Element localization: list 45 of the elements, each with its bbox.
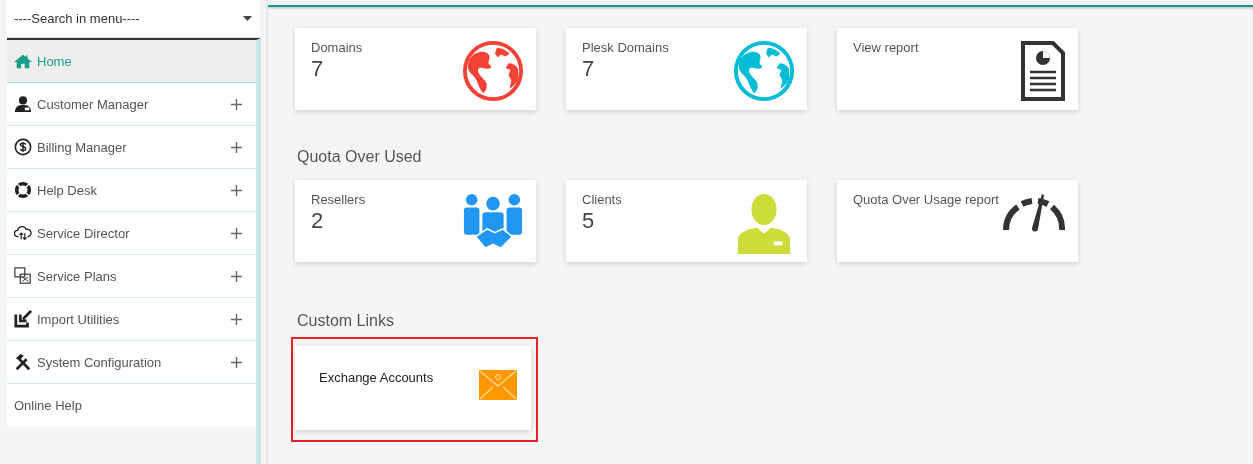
card-count: 7	[311, 56, 325, 82]
section-title: Custom Links	[297, 312, 395, 330]
sidebar-item[interactable]: Service Director	[7, 212, 256, 255]
lifebuoy-icon	[14, 181, 32, 199]
expand-icon[interactable]	[231, 270, 242, 282]
dashboard-card[interactable]: Resellers 2	[295, 180, 536, 262]
dashboard-card[interactable]: Plesk Domains 7	[566, 28, 807, 110]
tools-icon	[14, 353, 32, 371]
expand-icon[interactable]	[231, 227, 242, 239]
sidebar-item[interactable]: Help Desk	[7, 169, 256, 212]
user-icon	[14, 95, 32, 113]
section-title: Quota Over Used	[297, 148, 423, 166]
expand-icon[interactable]	[231, 184, 242, 196]
home-icon	[14, 52, 32, 70]
card-label: Domains	[311, 40, 363, 55]
sidebar-item[interactable]: Customer Manager	[7, 83, 256, 126]
sidebar-item[interactable]: Online Help	[7, 384, 256, 427]
expand-icon[interactable]	[231, 98, 242, 110]
expand-icon[interactable]	[231, 313, 242, 325]
caret-icon	[243, 16, 252, 21]
sidebar-item[interactable]: Billing Manager	[7, 126, 256, 169]
dashboard-card[interactable]: View report	[837, 28, 1078, 110]
card-label: Quota Over Usage report	[853, 192, 999, 207]
card-label: Resellers	[311, 192, 366, 207]
sidebar-item[interactable]: Service Plans	[7, 255, 256, 298]
card-label: View report	[853, 40, 919, 55]
card-count: 5	[582, 208, 596, 234]
expand-icon[interactable]	[231, 356, 242, 368]
card-label: Clients	[582, 192, 622, 207]
search-in-menu-dropdown[interactable]: ----Search in menu----	[6, 0, 260, 38]
dashboard-card[interactable]: Clients 5	[566, 180, 807, 262]
dashboard-card[interactable]: Exchange Accounts	[295, 346, 531, 430]
card-count: 2	[311, 208, 325, 234]
sidebar-item[interactable]: System Configuration	[7, 341, 256, 384]
dashboard-card[interactable]: Quota Over Usage report	[837, 180, 1078, 262]
cloud-icon	[14, 224, 32, 242]
dashboard-card[interactable]: Domains 7	[295, 28, 536, 110]
import-icon	[14, 310, 32, 328]
card-count: 7	[582, 56, 596, 82]
sidebar-item[interactable]: Import Utilities	[7, 298, 256, 341]
card-label: Plesk Domains	[582, 40, 669, 55]
card-label: Exchange Accounts	[319, 370, 434, 385]
expand-icon[interactable]	[231, 141, 242, 153]
dollar-icon	[14, 138, 32, 156]
plans-icon	[14, 267, 32, 285]
